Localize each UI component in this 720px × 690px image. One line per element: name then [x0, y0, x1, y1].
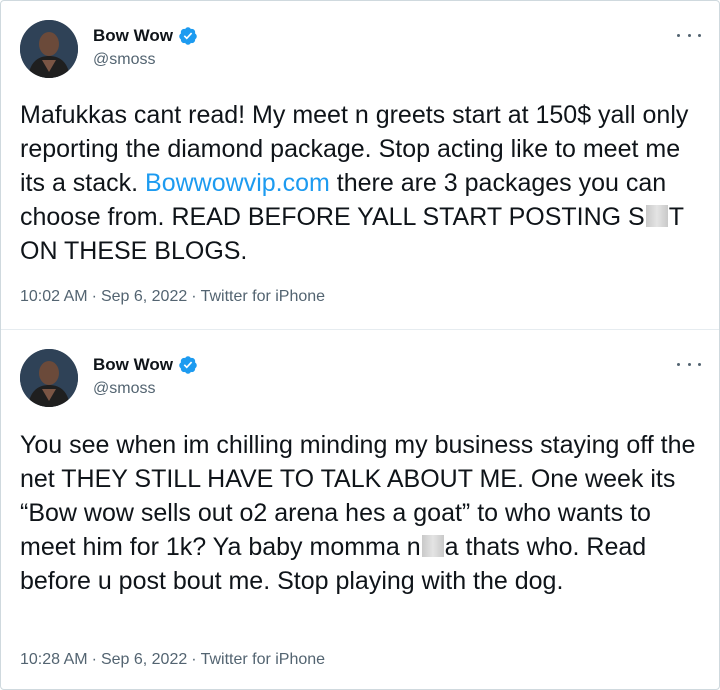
avatar-image: [20, 20, 78, 78]
more-options-icon[interactable]: [677, 356, 701, 372]
meta-separator: ·: [91, 651, 97, 668]
tweet-meta: 10:02 AM · Sep 6, 2022 · Twitter for iPh…: [20, 288, 325, 306]
tweet-card[interactable]: Bow Wow @smoss Mafukkas cant read! My me…: [1, 1, 719, 329]
author-row: Bow Wow: [93, 354, 198, 376]
more-options-icon[interactable]: [677, 27, 701, 43]
tweet-date[interactable]: Sep 6, 2022: [101, 288, 187, 306]
censored-blur: [421, 535, 444, 557]
avatar-image: [20, 349, 78, 407]
tweet-meta: 10:28 AM · Sep 6, 2022 · Twitter for iPh…: [20, 651, 325, 669]
verified-badge-icon: [179, 27, 197, 45]
meta-separator: ·: [191, 288, 197, 305]
tweet-text: You see when im chilling minding my busi…: [20, 428, 700, 598]
author-name[interactable]: Bow Wow: [93, 26, 173, 46]
tweet-time[interactable]: 10:28 AM: [20, 651, 88, 669]
verified-badge-icon: [179, 356, 197, 374]
author-handle[interactable]: @smoss: [93, 380, 155, 398]
author-handle[interactable]: @smoss: [93, 51, 155, 69]
author-name[interactable]: Bow Wow: [93, 355, 173, 375]
tweet-card[interactable]: Bow Wow @smoss You see when im chilling …: [1, 330, 719, 689]
meta-separator: ·: [91, 288, 97, 305]
avatar[interactable]: [20, 20, 78, 78]
meta-separator: ·: [191, 651, 197, 668]
censored-blur: [645, 205, 668, 227]
tweet-text: Mafukkas cant read! My meet n greets sta…: [20, 98, 700, 268]
tweet-source[interactable]: Twitter for iPhone: [201, 651, 326, 669]
tweet-date[interactable]: Sep 6, 2022: [101, 651, 187, 669]
tweet-time[interactable]: 10:02 AM: [20, 288, 88, 306]
author-row: Bow Wow: [93, 25, 198, 47]
tweet-link[interactable]: Bowwowvip.com: [145, 169, 330, 197]
avatar[interactable]: [20, 349, 78, 407]
tweet-source[interactable]: Twitter for iPhone: [201, 288, 326, 306]
tweet-thread-frame: Bow Wow @smoss Mafukkas cant read! My me…: [0, 0, 720, 690]
